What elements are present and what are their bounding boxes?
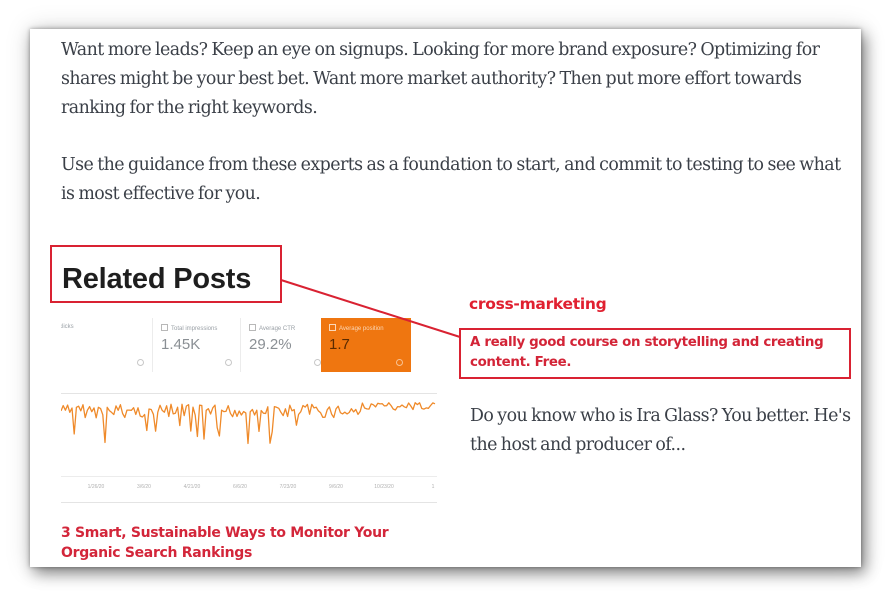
x-tick-label: 3/6/20 [137,484,151,490]
annotation-highlight-box [50,245,282,303]
info-icon [225,359,232,366]
metric-label: clicks [61,324,74,330]
metric-label: Average position [339,326,384,332]
metric-card-clicks: clicks [61,318,153,372]
x-tick-label: 9/6/20 [329,484,343,490]
screenshot-frame: Want more leads? Keep an eye on signups.… [30,29,861,567]
post-excerpt: Do you know who is Ira Glass? You better… [470,406,851,455]
checkbox-icon [249,324,256,331]
checkbox-icon [161,324,168,331]
chart-series-line [61,402,436,445]
x-tick-label: 6/6/20 [233,484,247,490]
chart-gridline [61,502,437,503]
related-post-link[interactable]: 3 Smart, Sustainable Ways to Monitor You… [61,523,421,563]
article-paragraph: Use the guidance from these experts as a… [61,155,841,204]
checkbox-checked-icon [329,324,336,331]
metric-card-position: Average position 1.7 [321,318,411,372]
metric-card-ctr: Average CTR 29.2% [241,318,330,372]
x-tick-label: 1 [431,484,435,490]
metric-value: 1.7 [329,336,350,353]
metric-label: Total impressions [171,326,218,332]
related-post-link[interactable]: A really good course on storytelling and… [470,333,860,373]
info-icon [137,359,144,366]
info-icon [396,359,403,366]
x-tick-label: 4/21/20 [183,484,201,490]
metric-card-impressions: Total impressions 1.45K [153,318,241,372]
metric-value: 1.45K [161,336,201,353]
category-tag[interactable]: cross-marketing [469,295,607,313]
x-tick-label: 10/23/20 [374,484,394,490]
position-line-chart [61,402,436,445]
chart-axis [61,476,437,477]
metric-label: Average CTR [259,326,296,332]
article-paragraph: Want more leads? Keep an eye on signups.… [61,40,820,118]
x-tick-label: 7/23/20 [279,484,297,490]
info-icon [314,359,321,366]
x-tick-label: 1/26/20 [87,484,105,490]
post-thumbnail[interactable]: clicks Total impressions 1.45K Average C… [61,314,437,504]
metric-value: 29.2% [249,336,292,353]
